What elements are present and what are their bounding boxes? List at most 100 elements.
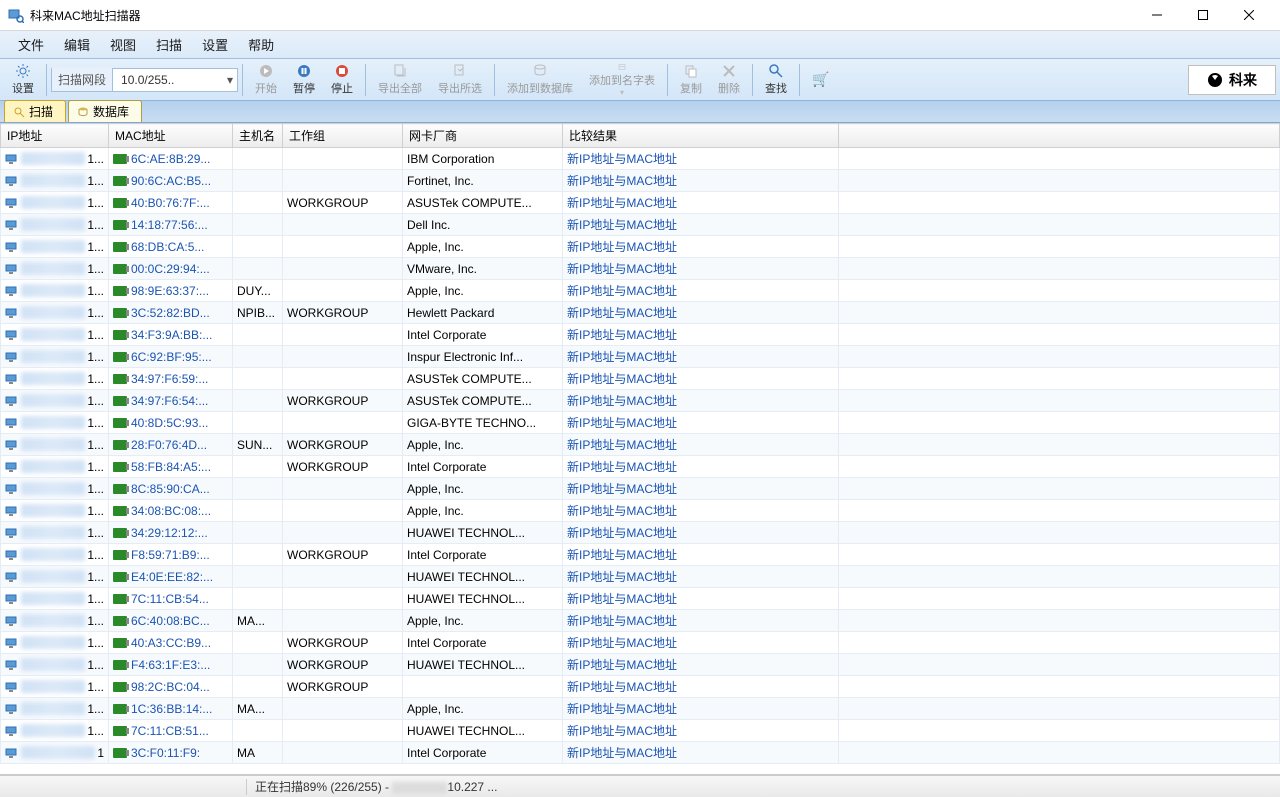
search-icon <box>768 63 784 79</box>
compare-link[interactable]: 新IP地址与MAC地址 <box>567 592 677 606</box>
cell-vendor: Dell Inc. <box>403 214 563 236</box>
compare-link[interactable]: 新IP地址与MAC地址 <box>567 504 677 518</box>
compare-link[interactable]: 新IP地址与MAC地址 <box>567 548 677 562</box>
host-icon <box>5 417 17 429</box>
compare-link[interactable]: 新IP地址与MAC地址 <box>567 328 677 342</box>
menu-settings[interactable]: 设置 <box>192 31 238 58</box>
cell-workgroup: WORKGROUP <box>283 302 403 324</box>
add-db-button[interactable]: 添加到数据库 <box>499 61 581 99</box>
stop-button[interactable]: 停止 <box>323 61 361 99</box>
cart-icon[interactable]: 🛒 <box>812 71 829 88</box>
mac-text: E4:0E:EE:82:... <box>131 570 213 584</box>
col-header-vendor[interactable]: 网卡厂商 <box>403 124 563 148</box>
scan-range-input[interactable]: 扫描网段 10.0/255.. ▾ <box>51 68 238 92</box>
cell-vendor: HUAWEI TECHNOL... <box>403 654 563 676</box>
compare-link[interactable]: 新IP地址与MAC地址 <box>567 636 677 650</box>
tab-database[interactable]: 数据库 <box>68 100 142 122</box>
start-button[interactable]: 开始 <box>247 61 285 99</box>
table-row[interactable]: 1...7C:11:CB:54...HUAWEI TECHNOL...新IP地址… <box>1 588 1280 610</box>
table-row[interactable]: 1...34:F3:9A:BB:...Intel Corporate新IP地址与… <box>1 324 1280 346</box>
delete-button[interactable]: 删除 <box>710 61 748 99</box>
redacted-ip <box>21 262 85 275</box>
table-row[interactable]: 1...68:DB:CA:5...Apple, Inc.新IP地址与MAC地址 <box>1 236 1280 258</box>
compare-link[interactable]: 新IP地址与MAC地址 <box>567 416 677 430</box>
compare-link[interactable]: 新IP地址与MAC地址 <box>567 350 677 364</box>
compare-link[interactable]: 新IP地址与MAC地址 <box>567 702 677 716</box>
table-row[interactable]: 1...28:F0:76:4D...SUN...WORKGROUPApple, … <box>1 434 1280 456</box>
brand-box[interactable]: 科来 <box>1188 65 1276 95</box>
results-table-wrap[interactable]: IP地址 MAC地址 主机名 工作组 网卡厂商 比较结果 1...6C:AE:8… <box>0 123 1280 775</box>
col-header-workgroup[interactable]: 工作组 <box>283 124 403 148</box>
minimize-button[interactable] <box>1134 0 1180 31</box>
table-row[interactable]: 13C:F0:11:F9:MAIntel Corporate新IP地址与MAC地… <box>1 742 1280 764</box>
setup-button[interactable]: 设置 <box>4 61 42 99</box>
compare-link[interactable]: 新IP地址与MAC地址 <box>567 724 677 738</box>
compare-link[interactable]: 新IP地址与MAC地址 <box>567 174 677 188</box>
menu-file[interactable]: 文件 <box>8 31 54 58</box>
compare-link[interactable]: 新IP地址与MAC地址 <box>567 680 677 694</box>
compare-link[interactable]: 新IP地址与MAC地址 <box>567 746 677 760</box>
copy-button[interactable]: 复制 <box>672 61 710 99</box>
table-row[interactable]: 1...E4:0E:EE:82:...HUAWEI TECHNOL...新IP地… <box>1 566 1280 588</box>
table-row[interactable]: 1...7C:11:CB:51...HUAWEI TECHNOL...新IP地址… <box>1 720 1280 742</box>
table-row[interactable]: 1...8C:85:90:CA...Apple, Inc.新IP地址与MAC地址 <box>1 478 1280 500</box>
table-row[interactable]: 1...58:FB:84:A5:...WORKGROUPIntel Corpor… <box>1 456 1280 478</box>
tab-strip: 扫描 数据库 <box>0 101 1280 123</box>
table-row[interactable]: 1...F8:59:71:B9:...WORKGROUPIntel Corpor… <box>1 544 1280 566</box>
compare-link[interactable]: 新IP地址与MAC地址 <box>567 372 677 386</box>
table-row[interactable]: 1...1C:36:BB:14:...MA...Apple, Inc.新IP地址… <box>1 698 1280 720</box>
find-button[interactable]: 查找 <box>757 61 795 99</box>
add-name-button[interactable]: 添加到名字表 ▾ <box>581 61 663 99</box>
col-header-host[interactable]: 主机名 <box>233 124 283 148</box>
table-row[interactable]: 1...34:97:F6:54:...WORKGROUPASUSTek COMP… <box>1 390 1280 412</box>
chevron-down-icon[interactable]: ▾ <box>223 70 237 90</box>
compare-link[interactable]: 新IP地址与MAC地址 <box>567 658 677 672</box>
menu-view[interactable]: 视图 <box>100 31 146 58</box>
table-row[interactable]: 1...14:18:77:56:...Dell Inc.新IP地址与MAC地址 <box>1 214 1280 236</box>
compare-link[interactable]: 新IP地址与MAC地址 <box>567 196 677 210</box>
table-row[interactable]: 1...90:6C:AC:B5...Fortinet, Inc.新IP地址与MA… <box>1 170 1280 192</box>
table-row[interactable]: 1...98:9E:63:37:...DUY...Apple, Inc.新IP地… <box>1 280 1280 302</box>
col-header-compare[interactable]: 比较结果 <box>563 124 839 148</box>
compare-link[interactable]: 新IP地址与MAC地址 <box>567 262 677 276</box>
compare-link[interactable]: 新IP地址与MAC地址 <box>567 306 677 320</box>
table-row[interactable]: 1...00:0C:29:94:...VMware, Inc.新IP地址与MAC… <box>1 258 1280 280</box>
menu-help[interactable]: 帮助 <box>238 31 284 58</box>
compare-link[interactable]: 新IP地址与MAC地址 <box>567 614 677 628</box>
table-row[interactable]: 1...6C:92:BF:95:...Inspur Electronic Inf… <box>1 346 1280 368</box>
close-button[interactable] <box>1226 0 1272 31</box>
table-row[interactable]: 1...34:97:F6:59:...ASUSTek COMPUTE...新IP… <box>1 368 1280 390</box>
compare-link[interactable]: 新IP地址与MAC地址 <box>567 438 677 452</box>
nic-icon <box>113 682 127 692</box>
table-row[interactable]: 1...6C:AE:8B:29...IBM Corporation新IP地址与M… <box>1 148 1280 170</box>
table-row[interactable]: 1...34:29:12:12:...HUAWEI TECHNOL...新IP地… <box>1 522 1280 544</box>
export-all-button[interactable]: 导出全部 <box>370 61 430 99</box>
export-sel-button[interactable]: 导出所选 <box>430 61 490 99</box>
table-row[interactable]: 1...40:A3:CC:B9...WORKGROUPIntel Corpora… <box>1 632 1280 654</box>
compare-link[interactable]: 新IP地址与MAC地址 <box>567 240 677 254</box>
pause-button[interactable]: 暂停 <box>285 61 323 99</box>
cell-host <box>233 324 283 346</box>
compare-link[interactable]: 新IP地址与MAC地址 <box>567 526 677 540</box>
table-row[interactable]: 1...98:2C:BC:04...WORKGROUP新IP地址与MAC地址 <box>1 676 1280 698</box>
table-row[interactable]: 1...3C:52:82:BD...NPIB...WORKGROUPHewlet… <box>1 302 1280 324</box>
compare-link[interactable]: 新IP地址与MAC地址 <box>567 570 677 584</box>
compare-link[interactable]: 新IP地址与MAC地址 <box>567 152 677 166</box>
cell-blank <box>839 654 1280 676</box>
compare-link[interactable]: 新IP地址与MAC地址 <box>567 482 677 496</box>
col-header-ip[interactable]: IP地址 <box>1 124 109 148</box>
compare-link[interactable]: 新IP地址与MAC地址 <box>567 394 677 408</box>
maximize-button[interactable] <box>1180 0 1226 31</box>
compare-link[interactable]: 新IP地址与MAC地址 <box>567 460 677 474</box>
menu-edit[interactable]: 编辑 <box>54 31 100 58</box>
table-row[interactable]: 1...40:8D:5C:93...GIGA-BYTE TECHNO...新IP… <box>1 412 1280 434</box>
col-header-mac[interactable]: MAC地址 <box>109 124 233 148</box>
table-row[interactable]: 1...40:B0:76:7F:...WORKGROUPASUSTek COMP… <box>1 192 1280 214</box>
tab-scan[interactable]: 扫描 <box>4 100 66 122</box>
compare-link[interactable]: 新IP地址与MAC地址 <box>567 218 677 232</box>
table-row[interactable]: 1...F4:63:1F:E3:...WORKGROUPHUAWEI TECHN… <box>1 654 1280 676</box>
compare-link[interactable]: 新IP地址与MAC地址 <box>567 284 677 298</box>
table-row[interactable]: 1...34:08:BC:08:...Apple, Inc.新IP地址与MAC地… <box>1 500 1280 522</box>
menu-scan[interactable]: 扫描 <box>146 31 192 58</box>
table-row[interactable]: 1...6C:40:08:BC...MA...Apple, Inc.新IP地址与… <box>1 610 1280 632</box>
